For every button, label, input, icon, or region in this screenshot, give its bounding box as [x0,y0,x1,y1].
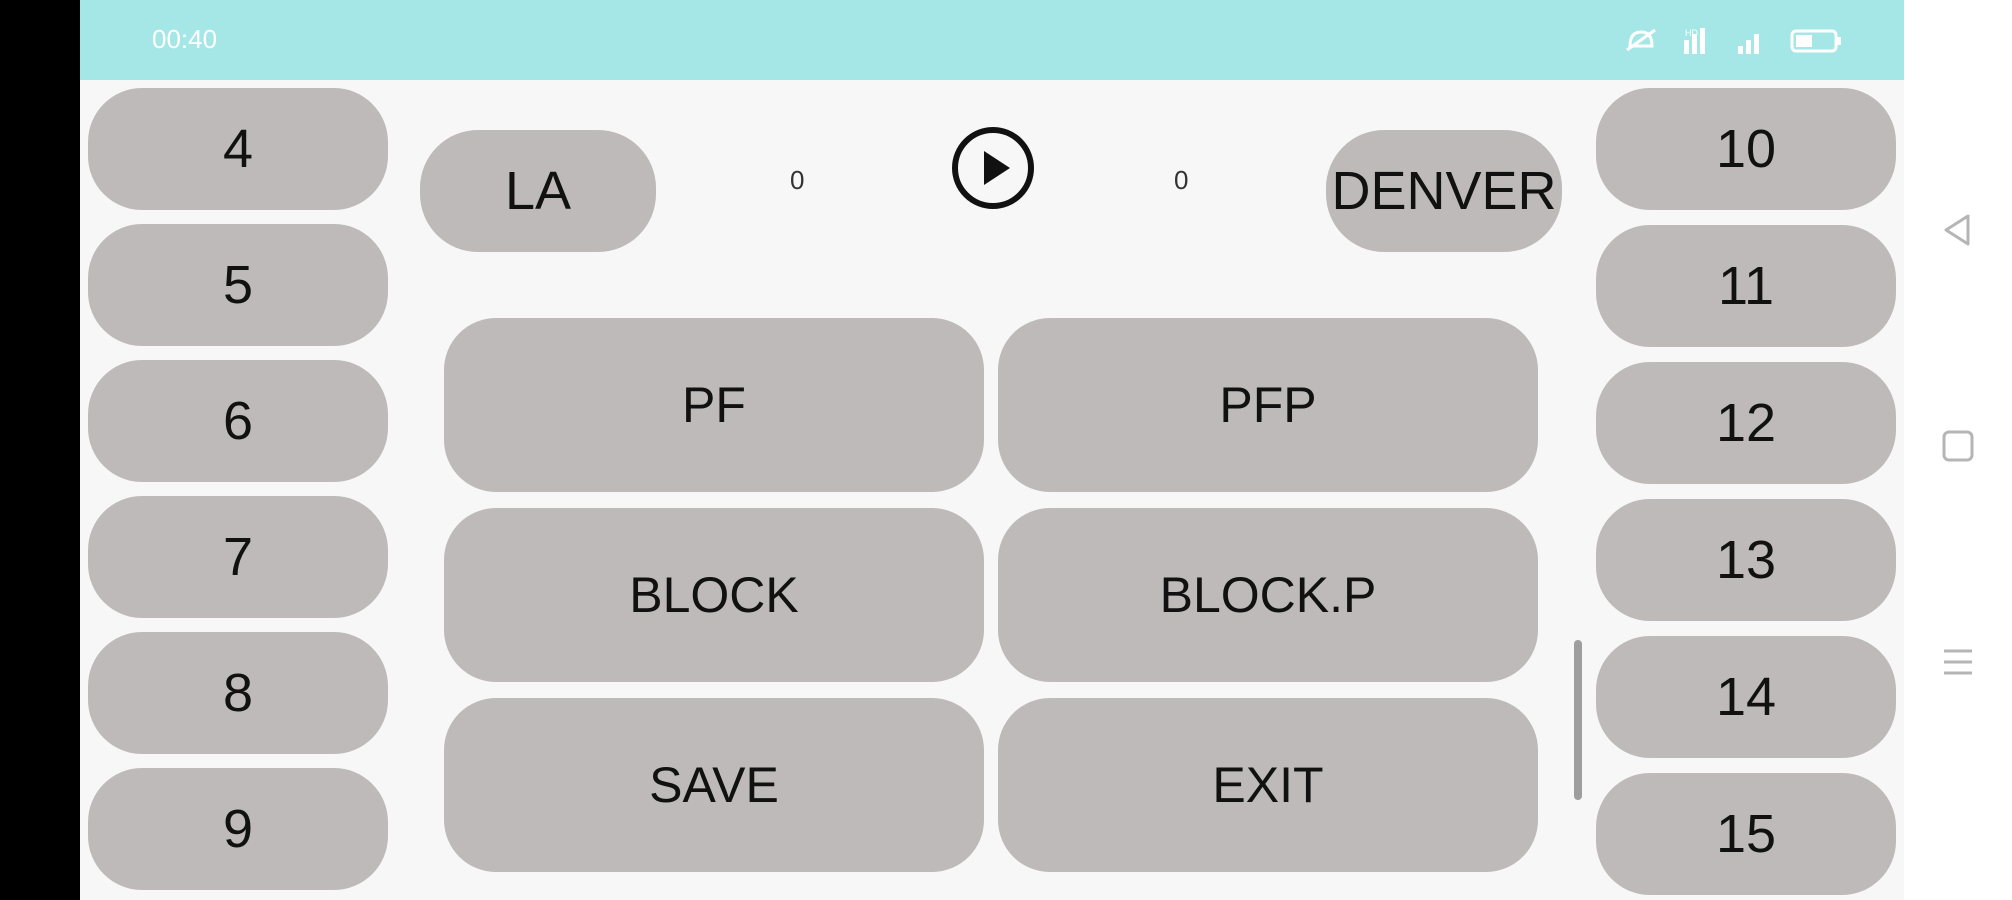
svg-text:HD: HD [1685,28,1698,38]
number-label: 8 [222,663,254,723]
menu-icon [1944,649,1972,675]
app-screen: 00:40 HD 4 5 6 7 8 9 LA 0 0 DENVER PF PF… [80,0,1904,900]
block-button[interactable]: BLOCK [444,508,984,682]
number-label: 7 [222,527,254,587]
play-circle-icon[interactable] [950,125,1036,211]
number-button-10[interactable]: 10 [1596,88,1896,210]
back-icon [1944,214,1970,246]
number-button-8[interactable]: 8 [88,632,388,754]
pfp-label: PFP [1219,377,1317,433]
away-score: 0 [1174,165,1189,195]
number-button-15[interactable]: 15 [1596,773,1896,895]
number-label: 13 [1715,530,1777,590]
number-button-11[interactable]: 11 [1596,225,1896,347]
data-signal-icon: HD [1684,28,1705,54]
number-button-4[interactable]: 4 [88,88,388,210]
number-button-6[interactable]: 6 [88,360,388,482]
number-label: 14 [1715,667,1777,727]
number-button-5[interactable]: 5 [88,224,388,346]
home-team-label: LA [504,161,572,221]
number-label: 4 [222,119,254,179]
home-score: 0 [790,165,805,195]
nav-home-button[interactable] [1932,420,1984,472]
scrollbar[interactable] [1574,640,1582,800]
away-team-label: DENVER [1331,161,1557,221]
nav-back-button[interactable] [1932,204,1984,256]
block-p-label: BLOCK.P [1159,567,1377,623]
do-not-disturb-icon [1626,28,1656,52]
pf-label: PF [682,377,746,433]
exit-label: EXIT [1212,757,1324,813]
status-bar: 00:40 HD [80,0,1904,80]
cell-signal-icon [1738,34,1759,54]
number-label: 15 [1715,804,1777,864]
save-button[interactable]: SAVE [444,698,984,872]
number-label: 9 [222,799,254,859]
number-label: 12 [1715,393,1777,453]
home-team-button[interactable]: LA [420,130,656,252]
number-button-12[interactable]: 12 [1596,362,1896,484]
status-icons: HD [1624,26,1844,56]
block-label: BLOCK [629,567,799,623]
battery-icon [1790,29,1841,53]
exit-button[interactable]: EXIT [998,698,1538,872]
pf-button[interactable]: PF [444,318,984,492]
number-button-7[interactable]: 7 [88,496,388,618]
nav-menu-button[interactable] [1932,636,1984,688]
number-label: 10 [1715,119,1777,179]
status-time: 00:40 [152,24,218,54]
home-icon [1942,430,1974,462]
block-p-button[interactable]: BLOCK.P [998,508,1538,682]
number-label: 6 [222,391,254,451]
save-label: SAVE [649,757,779,813]
system-nav-bar [1904,0,2012,900]
number-button-9[interactable]: 9 [88,768,388,890]
number-label: 5 [222,255,254,315]
number-button-14[interactable]: 14 [1596,636,1896,758]
number-button-13[interactable]: 13 [1596,499,1896,621]
pfp-button[interactable]: PFP [998,318,1538,492]
number-label: 11 [1717,256,1775,316]
away-team-button[interactable]: DENVER [1326,130,1562,252]
